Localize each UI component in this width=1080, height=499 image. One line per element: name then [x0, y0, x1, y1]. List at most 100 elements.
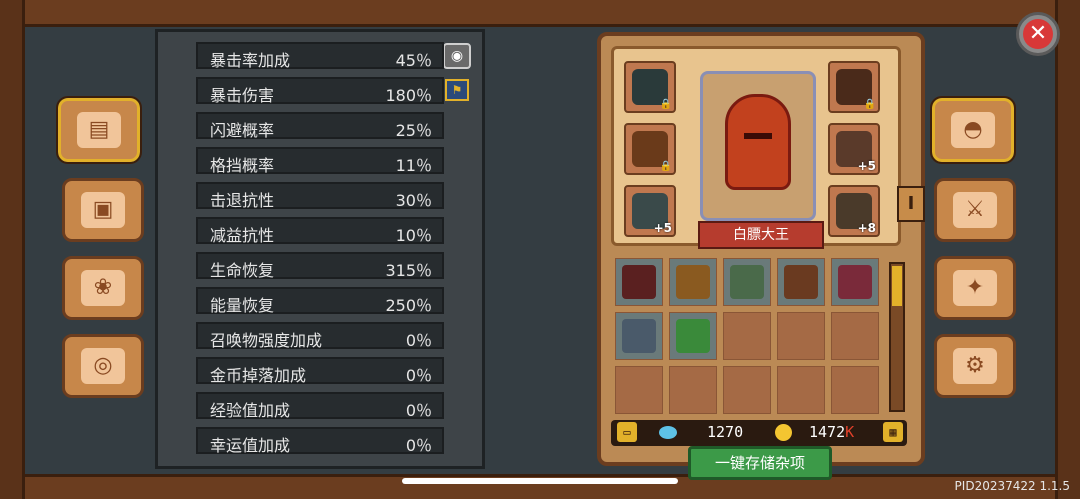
stat-row: 能量恢复 250％	[196, 287, 444, 315]
frame-right	[1055, 0, 1080, 499]
stat-label: 生命恢复	[210, 261, 275, 280]
equipment-slots: 🔒 🔒 +5 🔒 +5 +8 白膘大王	[611, 46, 901, 249]
stat-value: 250％	[385, 296, 432, 315]
stat-value: 11％	[395, 156, 432, 175]
grid-icon[interactable]: ▦	[883, 422, 903, 442]
stat-row: 格挡概率 11％	[196, 147, 444, 175]
tab-settings[interactable]: ⚙	[934, 334, 1016, 398]
inventory-scrollbar[interactable]	[889, 262, 905, 412]
stat-label: 击退抗性	[210, 191, 275, 210]
equip-slot[interactable]: 🔒	[828, 61, 880, 113]
tab-chest[interactable]: ▣	[62, 178, 144, 242]
character-portrait	[700, 71, 816, 221]
settings-gear-icon: ⚙	[953, 348, 997, 384]
boss-avatar	[725, 94, 791, 190]
stat-label: 闪避概率	[210, 121, 275, 140]
camera-button[interactable]: ◉	[443, 43, 471, 69]
wheel-icon: ◎	[81, 348, 125, 384]
version-label: PID20237422 1.1.5	[954, 479, 1070, 493]
inventory-slot[interactable]	[777, 312, 825, 360]
coin-amount: 1472	[809, 423, 846, 441]
tab-wheel[interactable]: ◎	[62, 334, 144, 398]
close-icon: ✕	[1023, 19, 1053, 49]
coin-icon	[775, 424, 792, 441]
level-tag[interactable]: I	[897, 186, 925, 222]
tab-skill[interactable]: ✦	[934, 256, 1016, 320]
enhance-badge: +5	[653, 221, 672, 235]
inventory-grid	[615, 258, 885, 416]
stat-row: 召唤物强度加成 0％	[196, 322, 444, 350]
inventory-slot[interactable]	[723, 258, 771, 306]
stat-row: 生命恢复 315％	[196, 252, 444, 280]
close-button[interactable]: ✕	[1016, 12, 1060, 56]
stat-label: 经验值加成	[210, 401, 291, 420]
inventory-slot[interactable]	[777, 366, 825, 414]
stat-label: 金币掉落加成	[210, 366, 307, 385]
enhance-badge: +8	[857, 221, 876, 235]
bookmark-button[interactable]: ⚑	[445, 79, 469, 101]
inventory-slot[interactable]	[723, 312, 771, 360]
inventory-slot[interactable]	[615, 258, 663, 306]
equip-slot[interactable]: 🔒	[624, 61, 676, 113]
tab-helmet[interactable]: ◓	[930, 96, 1016, 164]
stat-row: 暴击伤害 180％	[196, 77, 444, 105]
stat-row: 暴击率加成 45％	[196, 42, 444, 70]
inventory-slot[interactable]	[831, 366, 879, 414]
gauntlet-icon	[676, 265, 710, 299]
equipment-panel: 🔒 🔒 +5 🔒 +5 +8 白膘大王 I ▭ 1270 1472K ▦	[597, 32, 925, 466]
inventory-slot[interactable]	[723, 366, 771, 414]
home-indicator[interactable]	[402, 478, 678, 484]
equip-slot[interactable]: 🔒	[624, 123, 676, 175]
scroll-thumb[interactable]	[892, 266, 902, 306]
stat-row: 幸运值加成 0％	[196, 427, 444, 455]
stat-row: 击退抗性 30％	[196, 182, 444, 210]
stat-row: 金币掉落加成 0％	[196, 357, 444, 385]
weapon-tab-icon: ⚔	[953, 192, 997, 228]
stat-value: 0％	[405, 331, 432, 350]
inventory-slot[interactable]	[615, 312, 663, 360]
lock-icon: 🔒	[659, 161, 672, 172]
necklace-icon	[784, 265, 818, 299]
stat-value: 0％	[405, 436, 432, 455]
skill-tab-icon: ✦	[953, 270, 997, 306]
stat-label: 暴击伤害	[210, 86, 275, 105]
pets-icon: ❀	[81, 270, 125, 306]
frame-left	[0, 0, 25, 499]
stat-value: 30％	[395, 191, 432, 210]
boss-visor	[744, 133, 772, 139]
coin-suffix: K	[845, 423, 855, 441]
stat-value: 315％	[385, 261, 432, 280]
currency-bar: ▭ 1270 1472K ▦	[611, 420, 907, 446]
chest-icon: ▣	[81, 192, 125, 228]
inventory-slot[interactable]	[831, 312, 879, 360]
enhance-badge: +5	[857, 159, 876, 173]
inventory-slot[interactable]	[669, 312, 717, 360]
frame-top	[0, 0, 1080, 27]
inventory-slot[interactable]	[615, 366, 663, 414]
store-misc-button[interactable]: 一键存储杂项	[688, 446, 832, 480]
gem-count: 1270	[707, 423, 744, 441]
tab-weapon[interactable]: ⚔	[934, 178, 1016, 242]
stat-label: 能量恢复	[210, 296, 275, 315]
tab-pets[interactable]: ❀	[62, 256, 144, 320]
stat-value: 45％	[395, 51, 432, 70]
equip-slot[interactable]: +5	[828, 123, 880, 175]
inventory-slot[interactable]	[777, 258, 825, 306]
lock-icon: 🔒	[659, 99, 672, 110]
stats-panel: ◉ ⚑ 暴击率加成 45％ 暴击伤害 180％ 闪避概率 25％ 格挡概率 11％ 击退…	[155, 29, 485, 469]
stat-value: 10％	[395, 226, 432, 245]
stat-label: 幸运值加成	[210, 436, 291, 455]
bag-icon[interactable]: ▭	[617, 422, 637, 442]
inventory-slot[interactable]	[669, 258, 717, 306]
equip-slot[interactable]: +5	[624, 185, 676, 237]
bowl-icon	[730, 265, 764, 299]
stat-label: 暴击率加成	[210, 51, 291, 70]
coin-count: 1472K	[809, 423, 854, 441]
spear-icon	[622, 319, 656, 353]
stat-row: 闪避概率 25％	[196, 112, 444, 140]
bookmark-icon: ⚑	[451, 83, 463, 97]
inventory-slot[interactable]	[831, 258, 879, 306]
inventory-slot[interactable]	[669, 366, 717, 414]
tab-book[interactable]: ▤	[56, 96, 142, 164]
equip-slot[interactable]: +8	[828, 185, 880, 237]
